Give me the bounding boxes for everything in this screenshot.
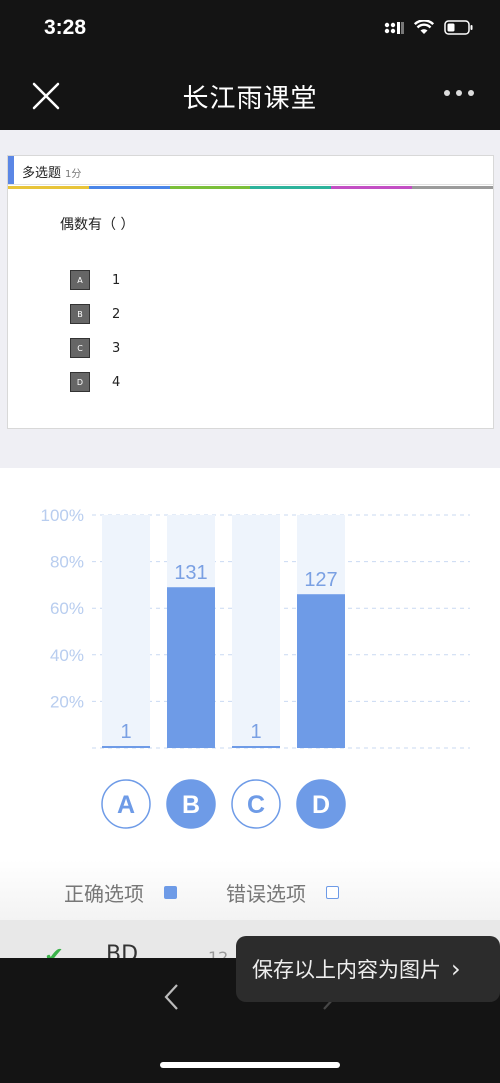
question-card: 多选题 1分 偶数有（ ） A 1 B 2 C 3 D 4 — [7, 155, 494, 429]
option-d: D 4 — [70, 372, 120, 392]
option-c-text: 3 — [112, 340, 121, 356]
y-tick-label: 100% — [41, 506, 84, 525]
status-bar: 3:28 — [0, 0, 500, 62]
option-b-letter: B — [70, 304, 90, 324]
back-arrow-icon[interactable] — [160, 982, 184, 1012]
answer-chart-area: 100% 80% 60% 40% 20% 1 A 131 B 1 C 127 D — [0, 468, 500, 860]
x-tick-label-c: C — [247, 791, 265, 819]
legend-correct-swatch — [164, 886, 177, 899]
bar-track-c — [232, 515, 280, 748]
y-tick-label: 40% — [50, 646, 84, 665]
bar-d — [297, 594, 345, 748]
status-icons — [384, 20, 474, 35]
option-a-letter: A — [70, 270, 90, 290]
x-tick-label-a: A — [117, 791, 135, 819]
option-d-text: 4 — [112, 374, 121, 390]
legend-wrong-swatch — [326, 886, 339, 899]
option-d-letter: D — [70, 372, 90, 392]
more-icon[interactable] — [444, 90, 474, 96]
save-image-button[interactable]: 保存以上内容为图片 › — [236, 936, 500, 1002]
slide-color-strip — [8, 186, 493, 189]
wifi-icon — [414, 20, 434, 34]
status-time: 3:28 — [44, 16, 87, 39]
question-type: 多选题 1分 — [22, 162, 81, 181]
legend-correct: 正确选项 — [64, 878, 177, 907]
bar-value-c: 1 — [250, 721, 261, 743]
x-tick-label-d: D — [312, 791, 330, 819]
save-image-label: 保存以上内容为图片 — [252, 958, 441, 982]
question-type-bar: 多选题 1分 — [8, 156, 493, 185]
legend-wrong-label: 错误选项 — [226, 882, 306, 906]
y-tick-label: 60% — [50, 599, 84, 618]
bar-c — [232, 746, 280, 748]
option-a: A 1 — [70, 270, 120, 290]
cellular-signal-icon — [384, 21, 404, 34]
option-c-letter: C — [70, 338, 90, 358]
question-stem: 偶数有（ ） — [60, 217, 135, 233]
question-score: 1分 — [65, 169, 82, 180]
bar-b — [167, 587, 215, 748]
home-indicator — [160, 1062, 340, 1068]
bar-value-b: 131 — [174, 562, 207, 584]
legend-correct-label: 正确选项 — [64, 882, 144, 906]
option-c: C 3 — [70, 338, 120, 358]
battery-icon — [444, 20, 473, 35]
question-type-label: 多选题 — [22, 166, 62, 181]
bar-value-a: 1 — [120, 721, 131, 743]
answer-distribution-chart: 100% 80% 60% 40% 20% 1 A 131 B 1 C 127 D — [41, 506, 470, 829]
chevron-right-icon: › — [451, 955, 461, 983]
nav-bar: 长江雨课堂 — [0, 62, 500, 130]
bar-track-a — [102, 515, 150, 748]
question-type-accent — [8, 156, 14, 184]
question-section: 多选题 1分 偶数有（ ） A 1 B 2 C 3 D 4 — [0, 130, 500, 468]
bar-value-d: 127 — [304, 569, 337, 591]
y-tick-label: 80% — [50, 553, 84, 572]
option-b: B 2 — [70, 304, 120, 324]
option-a-text: 1 — [112, 272, 121, 288]
option-b-text: 2 — [112, 306, 121, 322]
chart-legend: 正确选项 错误选项 — [0, 860, 500, 920]
legend-wrong: 错误选项 — [226, 878, 339, 907]
x-tick-label-b: B — [182, 791, 200, 819]
page-title: 长江雨课堂 — [182, 84, 318, 114]
y-tick-label: 20% — [50, 692, 84, 711]
bar-a — [102, 746, 150, 748]
